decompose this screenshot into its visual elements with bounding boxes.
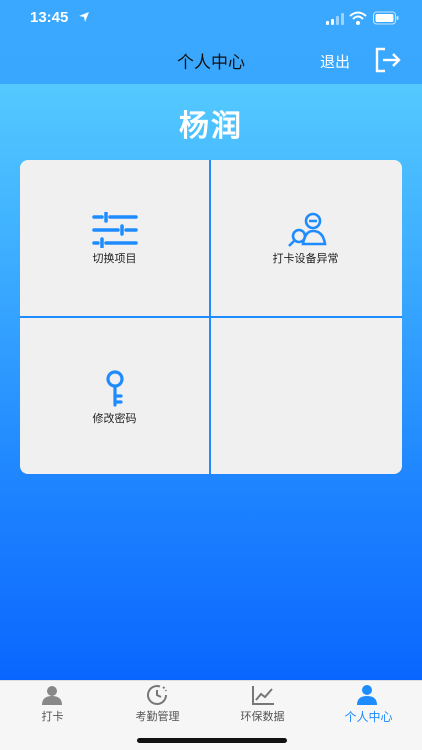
tab-environment-label: 环保数据 xyxy=(240,710,285,723)
tab-attendance[interactable]: 考勤管理 xyxy=(105,681,210,731)
function-grid: 切换项目 打卡设备异常 修改密码 xyxy=(20,160,402,474)
tab-profile[interactable]: 个人中心 xyxy=(315,681,422,731)
trend-chart-icon xyxy=(252,686,274,705)
battery-icon xyxy=(373,11,399,25)
clock-icon xyxy=(147,685,167,705)
status-time: 13:45 xyxy=(30,9,69,26)
tab-environment[interactable]: 环保数据 xyxy=(210,681,315,731)
user-search-icon xyxy=(288,212,327,247)
change-password-button[interactable]: 修改密码 xyxy=(20,318,209,474)
page-title: 个人中心 xyxy=(177,53,245,73)
location-arrow-icon xyxy=(79,12,89,22)
switch-project-label: 切换项目 xyxy=(92,252,137,265)
person-icon xyxy=(42,686,62,705)
empty-grid-cell xyxy=(211,318,400,474)
sliders-icon xyxy=(92,212,138,248)
tab-attendance-label: 考勤管理 xyxy=(135,710,180,723)
change-password-label: 修改密码 xyxy=(92,412,137,425)
switch-project-button[interactable]: 切换项目 xyxy=(20,160,209,316)
logout-button[interactable]: 退出 xyxy=(320,51,350,72)
tab-clock-in[interactable]: 打卡 xyxy=(0,681,105,731)
logout-icon[interactable] xyxy=(374,47,402,73)
home-indicator xyxy=(137,738,287,743)
top-bar: 13:45 个人中心 退出 xyxy=(0,0,422,84)
key-icon xyxy=(106,370,124,407)
wifi-icon xyxy=(349,11,367,25)
device-exception-label: 打卡设备异常 xyxy=(272,252,339,265)
profile-icon xyxy=(357,685,377,705)
cellular-signal-icon xyxy=(326,13,344,25)
tab-profile-label: 个人中心 xyxy=(344,710,393,724)
grid-divider-horizontal xyxy=(20,316,402,318)
status-bar: 13:45 xyxy=(0,0,422,38)
profile-screen: 13:45 个人中心 退出 杨润 切换项目 打卡设备异常 修改密码 xyxy=(0,0,422,680)
user-name: 杨润 xyxy=(179,109,243,144)
tab-clock-in-label: 打卡 xyxy=(41,710,64,723)
device-exception-button[interactable]: 打卡设备异常 xyxy=(211,160,400,316)
